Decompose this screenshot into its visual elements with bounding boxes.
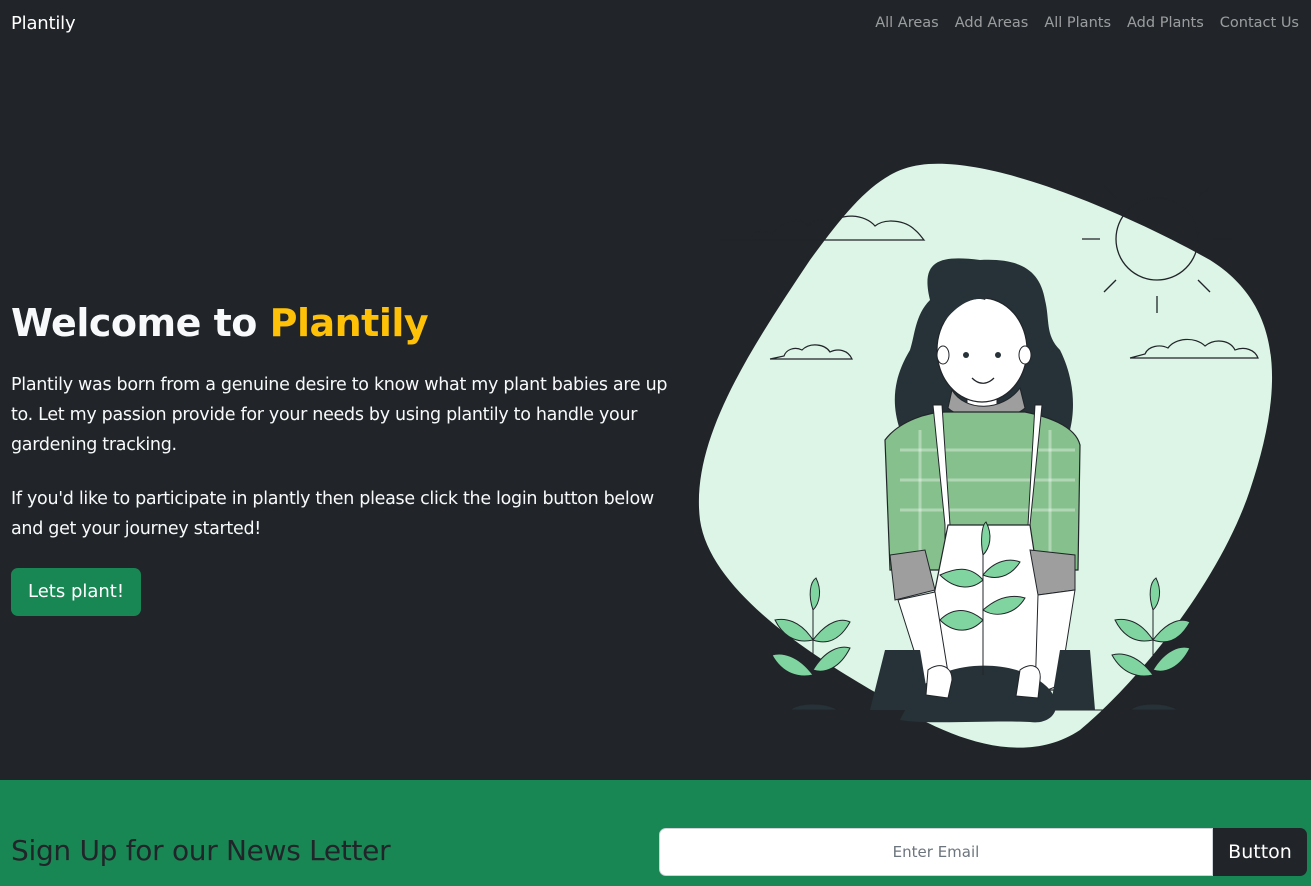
nav-link-all-plants[interactable]: All Plants — [1044, 15, 1111, 31]
nav-link-all-areas[interactable]: All Areas — [875, 15, 939, 31]
hero-paragraph-invite: If you'd like to participate in plantly … — [11, 489, 654, 539]
lets-plant-button[interactable]: Lets plant! — [11, 568, 142, 616]
nav-link-add-plants[interactable]: Add Plants — [1127, 15, 1204, 31]
hero-title-prefix: Welcome to — [11, 301, 257, 345]
newsletter-form: Button — [659, 828, 1307, 876]
hero-title-accent: Plantily — [269, 301, 429, 345]
nav-link-contact-us[interactable]: Contact Us — [1220, 15, 1299, 31]
gardening-woman-illustration — [698, 163, 1273, 748]
newsletter-title: Sign Up for our News Letter — [11, 834, 391, 867]
hero-title: Welcome to Plantily — [11, 300, 671, 346]
email-input[interactable] — [659, 828, 1213, 876]
navbar: Plantily All Areas Add Areas All Plants … — [0, 0, 1311, 46]
brand-link[interactable]: Plantily — [11, 13, 76, 34]
hero-section: Welcome to Plantily Plantily was born fr… — [11, 300, 671, 616]
hero-paragraph-intro: Plantily was born from a genuine desire … — [11, 375, 668, 455]
nav-links: All Areas Add Areas All Plants Add Plant… — [859, 15, 1299, 31]
nav-link-add-areas[interactable]: Add Areas — [955, 15, 1029, 31]
newsletter-submit-button[interactable]: Button — [1213, 828, 1307, 876]
